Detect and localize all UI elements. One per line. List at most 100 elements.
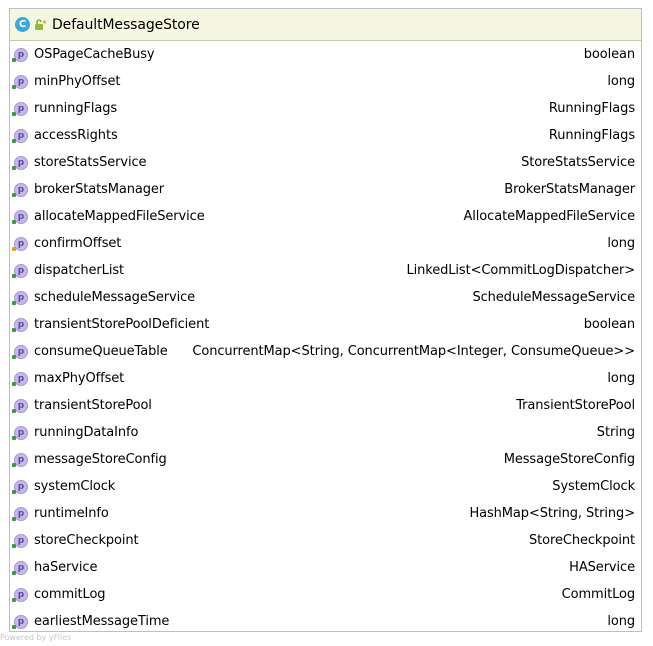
field-list: p OSPageCacheBusy boolean p minPhyOffset long… [10,41,641,635]
uml-class-box[interactable]: C DefaultMessageStore p OSPageCacheBusy bo… [9,8,642,632]
property-badge-letter: p [17,400,25,411]
field-row[interactable]: p consumeQueueTable ConcurrentMap<String, … [10,338,641,365]
field-row[interactable]: p storeStatsService StoreStatsService [10,149,641,176]
property-badge-letter: p [17,616,25,627]
visibility-dot-icon [12,624,16,629]
property-badge-letter: p [17,373,25,384]
field-name: messageStoreConfig [34,452,167,467]
property-badge-letter: p [17,508,25,519]
property-p-icon: p [12,74,28,89]
field-row[interactable]: p transientStorePoolDeficient boolean [10,311,641,338]
visibility-dot-icon [12,489,16,494]
visibility-dot-icon [12,57,16,62]
field-name: confirmOffset [34,236,122,251]
visibility-dot-icon [12,462,16,467]
property-badge-letter: p [17,184,25,195]
field-type: TransientStorePool [516,398,635,413]
field-name: runningDataInfo [34,425,139,440]
field-name: runningFlags [34,101,118,116]
field-name: scheduleMessageService [34,290,196,305]
field-name: brokerStatsManager [34,182,165,197]
public-lock-icon [35,18,47,30]
field-type: boolean [583,317,635,332]
field-row[interactable]: p OSPageCacheBusy boolean [10,41,641,68]
field-row[interactable]: p earliestMessageTime long [10,608,641,635]
visibility-dot-icon [12,435,16,440]
field-row[interactable]: p confirmOffset long [10,230,641,257]
property-badge-letter: p [17,157,25,168]
property-p-icon: p [12,452,28,467]
visibility-dot-icon [12,354,16,359]
property-p-icon: p [12,290,28,305]
field-name: systemClock [34,479,116,494]
property-p-icon: p [12,533,28,548]
property-p-icon: p [12,479,28,494]
field-type: AllocateMappedFileService [463,209,635,224]
field-name: transientStorePool [34,398,152,413]
property-p-icon: p [12,209,28,224]
field-row[interactable]: p dispatcherList LinkedList<CommitLogDispa… [10,257,641,284]
field-name: OSPageCacheBusy [34,47,155,62]
field-row[interactable]: p storeCheckpoint StoreCheckpoint [10,527,641,554]
field-type: BrokerStatsManager [504,182,635,197]
property-badge-letter: p [17,481,25,492]
visibility-dot-icon [12,381,16,386]
visibility-dot-icon [12,84,16,89]
field-row[interactable]: p minPhyOffset long [10,68,641,95]
field-row[interactable]: p runningFlags RunningFlags [10,95,641,122]
property-badge-letter: p [17,292,25,303]
property-badge-letter: p [17,265,25,276]
field-row[interactable]: p brokerStatsManager BrokerStatsManager [10,176,641,203]
field-name: haService [34,560,98,575]
property-p-icon: p [12,182,28,197]
field-row[interactable]: p accessRights RunningFlags [10,122,641,149]
property-badge-letter: p [17,454,25,465]
visibility-dot-icon [12,219,16,224]
field-type: SystemClock [552,479,635,494]
property-p-icon: p [12,128,28,143]
property-badge-letter: p [17,76,25,87]
class-name: DefaultMessageStore [52,16,200,33]
property-p-icon: p [12,263,28,278]
field-row[interactable]: p allocateMappedFileService AllocateMapped… [10,203,641,230]
visibility-dot-icon [12,300,16,305]
visibility-dot-icon [12,408,16,413]
property-badge-letter: p [17,103,25,114]
property-p-icon: p [12,506,28,521]
field-row[interactable]: p runtimeInfo HashMap<String, String> [10,500,641,527]
field-row[interactable]: p transientStorePool TransientStorePool [10,392,641,419]
property-badge-letter: p [17,319,25,330]
field-type: CommitLog [561,587,635,602]
field-type: long [607,236,635,251]
property-p-icon: p [12,317,28,332]
property-badge-letter: p [17,562,25,573]
field-type: StoreCheckpoint [528,533,635,548]
visibility-dot-icon [12,570,16,575]
field-row[interactable]: p maxPhyOffset long [10,365,641,392]
field-row[interactable]: p haService HAService [10,554,641,581]
field-row[interactable]: p messageStoreConfig MessageStoreConfig [10,446,641,473]
field-type: MessageStoreConfig [503,452,635,467]
property-p-icon: p [12,47,28,62]
field-row[interactable]: p commitLog CommitLog [10,581,641,608]
visibility-dot-icon [12,165,16,170]
field-row[interactable]: p scheduleMessageService ScheduleMessageSe… [10,284,641,311]
watermark: Powered by yFiles [0,633,72,642]
property-p-icon: p [12,236,28,251]
field-type: boolean [583,47,635,62]
property-badge-letter: p [17,238,25,249]
field-row[interactable]: p runningDataInfo String [10,419,641,446]
field-name: accessRights [34,128,118,143]
field-row[interactable]: p systemClock SystemClock [10,473,641,500]
property-p-icon: p [12,587,28,602]
visibility-dot-icon [12,111,16,116]
visibility-dot-icon [12,138,16,143]
field-name: maxPhyOffset [34,371,125,386]
visibility-dot-icon [12,516,16,521]
field-type: long [607,614,635,629]
field-name: minPhyOffset [34,74,121,89]
property-p-icon: p [12,371,28,386]
visibility-dot-icon [12,543,16,548]
field-type: HashMap<String, String> [469,506,635,521]
class-c-icon: C [15,17,30,32]
